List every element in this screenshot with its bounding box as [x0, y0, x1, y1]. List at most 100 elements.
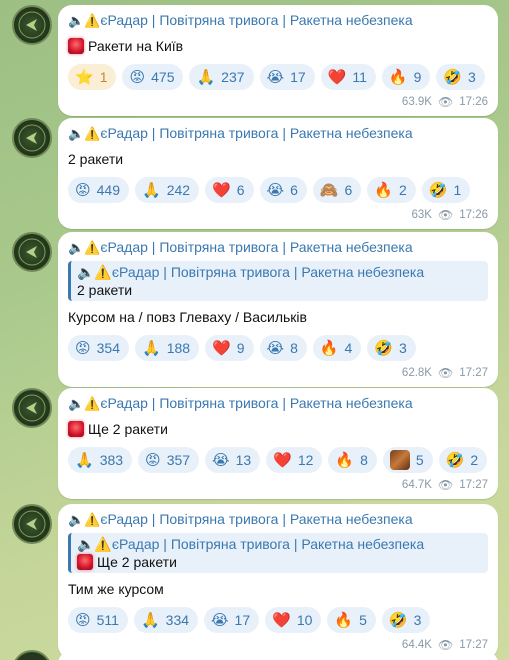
- reaction-count: 3: [399, 340, 407, 356]
- reaction-button[interactable]: 🤣 3: [367, 335, 416, 361]
- view-count: 62.8K: [401, 367, 432, 379]
- reaction-button[interactable]: 😡 449: [68, 177, 129, 203]
- reaction-button[interactable]: 🙏 237: [189, 64, 254, 90]
- channel-avatar[interactable]: [12, 5, 52, 45]
- eye-icon: 👁: [437, 95, 454, 109]
- reaction-emoji-icon: 🔥: [334, 611, 354, 629]
- reaction-button[interactable]: 🔥 2: [367, 177, 416, 203]
- reaction-emoji-icon: 🔥: [335, 451, 355, 469]
- reaction-emoji-icon: 🔥: [319, 339, 339, 357]
- eye-icon: 👁: [437, 208, 454, 222]
- message-meta: 63K 👁 17:26: [68, 207, 488, 223]
- reaction-emoji-icon: ❤️: [272, 611, 291, 629]
- reaction-button[interactable]: 😭 13: [205, 447, 261, 473]
- reaction-button[interactable]: 😭 17: [204, 607, 260, 633]
- reaction-button[interactable]: 😭 8: [259, 335, 307, 361]
- reaction-count: 3: [468, 69, 476, 85]
- message-text: Ракети на Київ: [68, 36, 488, 56]
- reaction-button[interactable]: 🤣 3: [381, 607, 431, 633]
- reaction-button[interactable]: ❤️ 12: [266, 447, 323, 473]
- reply-quote[interactable]: 🔈⚠️єРадар | Повітряна тривога | Ракетна …: [68, 261, 488, 301]
- message-text: Курсом на / повз Глеваху / Васильків: [68, 307, 488, 327]
- reaction-count: 334: [165, 612, 190, 628]
- reaction-button[interactable]: ⭐ 1: [68, 64, 117, 90]
- chat-history[interactable]: 🔈⚠️ єРадар | Повітряна тривога | Ракетна …: [0, 0, 509, 660]
- reaction-emoji-icon: 🤣: [428, 181, 448, 199]
- siren-icon: [77, 554, 93, 570]
- reaction-button[interactable]: 🙏 334: [133, 607, 199, 633]
- siren-icon: [68, 421, 84, 437]
- message-bubble[interactable]: 🔈⚠️єРадар | Повітряна тривога | Ракетна …: [58, 388, 498, 499]
- reaction-button[interactable]: 🤣 2: [438, 447, 488, 473]
- reaction-button[interactable]: 🔥 4: [312, 335, 362, 361]
- message-bubble[interactable]: 🔈⚠️єРадар | Повітряна тривога | Ракетна …: [58, 118, 498, 229]
- message-bubble[interactable]: 🔈⚠️єРадар | Повітряна тривога | Ракетна …: [58, 232, 498, 387]
- reaction-emoji-icon: ❤️: [273, 451, 292, 469]
- reaction-count: 475: [151, 69, 175, 85]
- reaction-count: 17: [290, 69, 306, 85]
- reaction-count: 237: [221, 69, 245, 85]
- reaction-emoji-icon: ⭐: [75, 68, 94, 86]
- reaction-button[interactable]: 😭 17: [259, 64, 315, 90]
- message-bubble[interactable]: 🔈⚠️єРадар | Повітряна тривога | Ракетна …: [58, 504, 498, 659]
- message-bubble[interactable]: [58, 650, 498, 660]
- reaction-button[interactable]: ❤️ 9: [205, 335, 254, 361]
- reaction-emoji-icon: 😡: [75, 181, 91, 199]
- siren-icon: [68, 38, 84, 54]
- reaction-button[interactable]: 😡 357: [138, 447, 200, 473]
- reaction-button[interactable]: 🔥 8: [328, 447, 377, 473]
- reaction-emoji-icon: 😡: [75, 339, 91, 357]
- reaction-button[interactable]: ❤️ 6: [205, 177, 254, 203]
- reply-sender: 🔈⚠️єРадар | Повітряна тривога | Ракетна …: [77, 535, 482, 553]
- reaction-count: 11: [352, 69, 367, 85]
- reaction-count: 4: [344, 340, 353, 356]
- reaction-button[interactable]: 5: [382, 447, 433, 473]
- channel-avatar[interactable]: [12, 118, 52, 158]
- sender-name[interactable]: 🔈⚠️єРадар | Повітряна тривога | Ракетна …: [68, 510, 488, 529]
- sender-name[interactable]: 🔈⚠️єРадар | Повітряна тривога | Ракетна …: [68, 238, 488, 257]
- message-meta: 64.7K 👁 17:27: [68, 477, 488, 493]
- reaction-count: 5: [359, 612, 367, 628]
- reaction-count: 9: [236, 340, 245, 356]
- reaction-emoji-icon: 🤣: [445, 451, 465, 469]
- message-text-label: 2 ракети: [68, 151, 124, 167]
- reaction-button[interactable]: 😡 511: [68, 607, 128, 633]
- reaction-emoji-icon: 🔥: [388, 68, 408, 86]
- reaction-button[interactable]: 🙏 242: [135, 177, 200, 203]
- reaction-button[interactable]: 🤣 1: [421, 177, 471, 203]
- reaction-button[interactable]: ❤️ 11: [320, 64, 376, 90]
- reply-sender-label: єРадар | Повітряна тривога | Ракетна неб…: [111, 264, 425, 280]
- reaction-count: 357: [166, 452, 191, 468]
- reaction-button[interactable]: 😭 6: [259, 177, 307, 203]
- speaker-warning-icon: 🔈⚠️: [68, 13, 101, 28]
- reaction-button[interactable]: 🙏 188: [135, 335, 200, 361]
- reaction-count: 188: [166, 340, 191, 356]
- reaction-button[interactable]: 🔥 9: [381, 64, 431, 90]
- sticker-reaction-icon: [389, 450, 410, 470]
- message-bubble[interactable]: 🔈⚠️єРадар | Повітряна тривога | Ракетна …: [58, 5, 498, 116]
- reply-text-label: Ще 2 ракети: [97, 554, 177, 570]
- reply-text: 2 ракети: [77, 281, 482, 299]
- sender-label: єРадар | Повітряна тривога | Ракетна неб…: [100, 395, 413, 411]
- reaction-button[interactable]: 🙏 383: [68, 447, 133, 473]
- reaction-emoji-icon: 😭: [212, 451, 230, 469]
- reaction-emoji-icon: 🤣: [388, 611, 408, 629]
- sender-name[interactable]: 🔈⚠️єРадар | Повітряна тривога | Ракетна …: [68, 124, 488, 143]
- reaction-button[interactable]: 🙈 6: [312, 177, 362, 203]
- sender-name[interactable]: 🔈⚠️єРадар | Повітряна тривога | Ракетна …: [68, 394, 488, 413]
- reaction-emoji-icon: 🙏: [196, 68, 216, 86]
- reaction-button[interactable]: 😡 475: [122, 64, 184, 90]
- channel-avatar[interactable]: [12, 504, 52, 544]
- channel-avatar[interactable]: [12, 232, 52, 272]
- eye-icon: 👁: [437, 366, 454, 380]
- reaction-count: 8: [360, 452, 368, 468]
- reaction-button[interactable]: 🔥 5: [327, 607, 376, 633]
- view-count: 64.7K: [401, 479, 432, 491]
- reaction-button[interactable]: 🤣 3: [436, 64, 485, 90]
- reaction-button[interactable]: 😡 354: [68, 335, 129, 361]
- reply-quote[interactable]: 🔈⚠️єРадар | Повітряна тривога | Ракетна …: [68, 533, 488, 573]
- sender-name[interactable]: 🔈⚠️єРадар | Повітряна тривога | Ракетна …: [68, 11, 488, 30]
- reply-text: Ще 2 ракети: [77, 553, 482, 571]
- channel-avatar[interactable]: [12, 388, 52, 428]
- reaction-button[interactable]: ❤️ 10: [265, 607, 322, 633]
